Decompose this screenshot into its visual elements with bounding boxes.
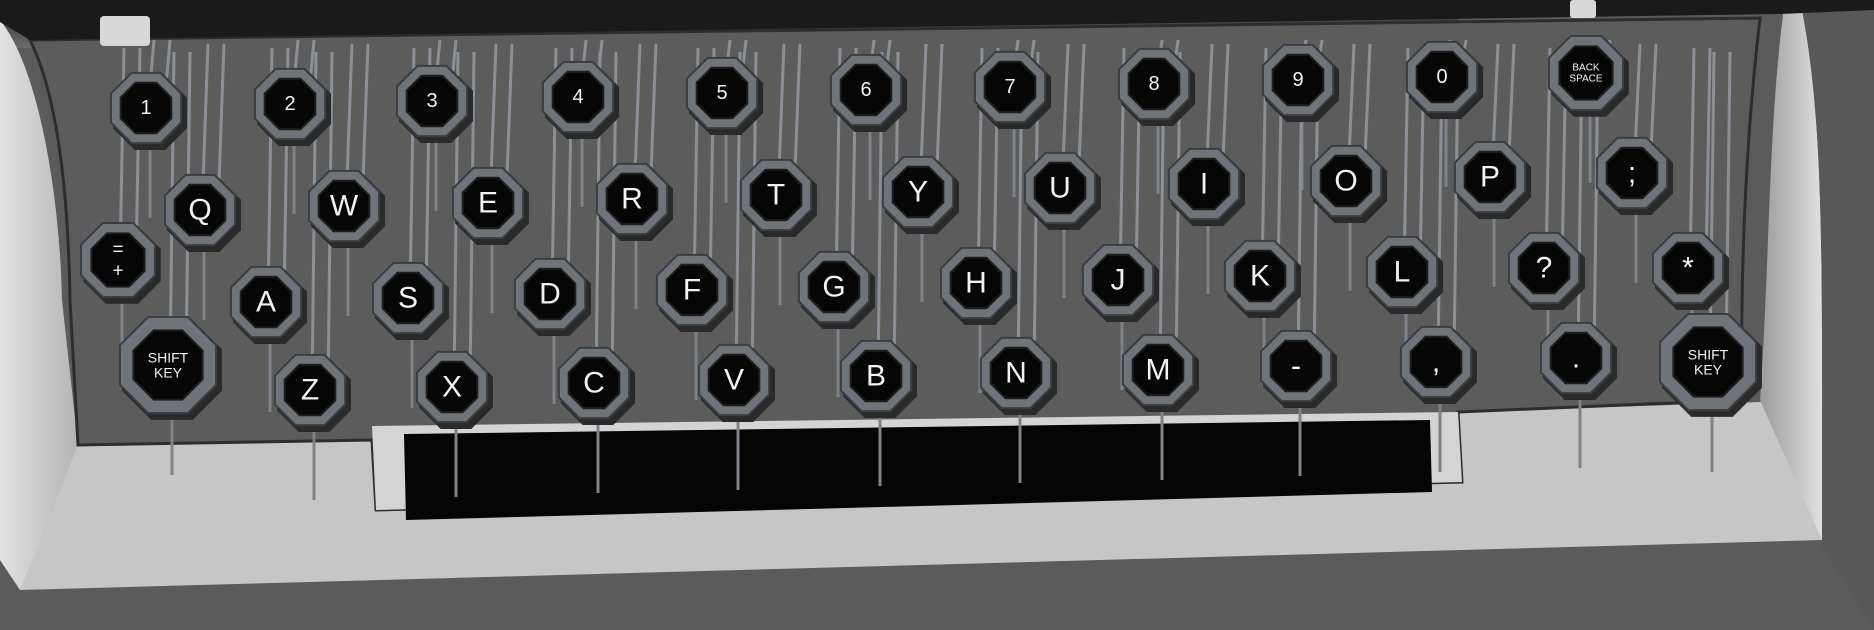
key-label-t: T [767,179,785,212]
key-label-c: C [583,367,605,400]
key-label-e: E [478,187,498,220]
key-label-0: 0 [1436,66,1447,88]
key-label-q: Q [188,194,211,227]
key-label-u: U [1049,172,1071,205]
key-label-r: R [621,183,643,216]
key-label-o: O [1334,165,1357,198]
key-label-y: Y [908,176,928,209]
key-label-h: H [965,267,987,300]
key-label-p: P [1480,161,1500,194]
key-label-d: D [539,278,561,311]
left-post [100,16,150,46]
key-label-v: V [724,364,744,397]
key-label-asterisk: * [1682,252,1694,285]
keyboard-scene: 1 2 3 4 5 6 7 8 9 0 BACK SPACE Q W E R T Y U I O P ; = + A S D F G H J K… [0,0,1874,630]
key-label-5: 5 [716,82,727,104]
key-label-x: X [442,371,462,404]
key-label-i: I [1200,168,1208,201]
key-label-1: 1 [140,97,151,119]
key-label-a: A [256,286,276,319]
key-label-s: S [398,282,418,315]
key-label-period: . [1572,342,1580,375]
key-label-7: 7 [1004,76,1015,98]
key-label-f: F [683,274,701,307]
key-label-6: 6 [860,79,871,101]
typewriter-keyboard: 1 2 3 4 5 6 7 8 9 0 BACK SPACE Q W E R T Y U I O P; = + A S D F G H J K… [0,0,1874,630]
key-label-question: ? [1536,252,1553,285]
key-label-k: K [1250,260,1270,293]
key-label-comma: , [1432,346,1440,379]
key-label-equals-plus: = + [112,239,123,281]
key-label-n: N [1005,357,1027,390]
key-label-g: G [822,271,845,304]
key-label-2: 2 [284,93,295,115]
key-label-b: B [866,360,886,393]
key-label-8: 8 [1148,73,1159,95]
key-label-4: 4 [572,86,583,108]
key-label-backspace: BACK SPACE [1569,62,1602,84]
right-post [1570,0,1596,18]
key-label-m: M [1146,354,1171,387]
key-label-hyphen: - [1291,350,1301,383]
key-label-9: 9 [1292,69,1303,91]
key-label-l: L [1394,256,1411,289]
key-label-semicolon: ; [1628,157,1636,190]
key-label-3: 3 [426,90,437,112]
key-label-z: Z [301,374,319,407]
key-label-j: J [1111,264,1126,297]
key-label-w: W [330,190,359,223]
